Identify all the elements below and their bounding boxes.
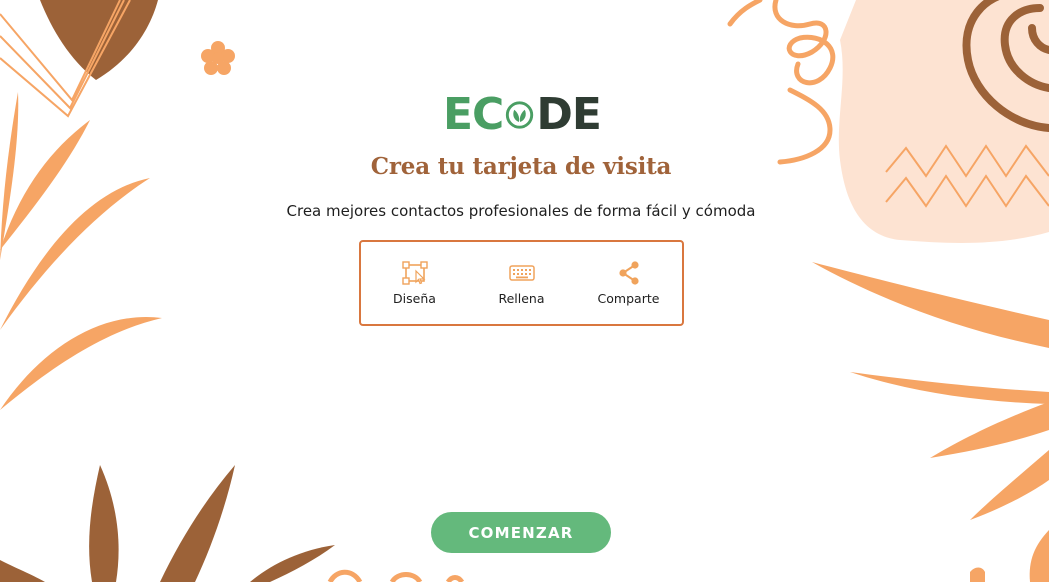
- page-subtitle: Crea mejores contactos profesionales de …: [286, 202, 756, 220]
- leaf-o-icon: [506, 101, 534, 129]
- step-fill: Rellena: [468, 261, 575, 306]
- page-title: Crea tu tarjeta de visita: [370, 153, 672, 180]
- share-icon: [618, 260, 639, 285]
- landing-content: EC DE Crea tu tarjeta de visita Crea mej…: [0, 0, 1049, 582]
- keyboard-icon: [508, 264, 535, 281]
- design-icon: [401, 260, 428, 285]
- start-button[interactable]: COMENZAR: [431, 512, 611, 553]
- logo-right-text: DE: [536, 89, 602, 140]
- steps-panel: Diseña Rellena Comparte: [359, 240, 684, 326]
- step-design: Diseña: [361, 260, 468, 306]
- step-label: Rellena: [498, 290, 545, 306]
- ecode-logo: EC DE: [443, 88, 602, 142]
- step-label: Comparte: [597, 290, 660, 306]
- step-share: Comparte: [575, 260, 682, 306]
- step-label: Diseña: [393, 290, 436, 306]
- logo-left-text: EC: [443, 89, 504, 140]
